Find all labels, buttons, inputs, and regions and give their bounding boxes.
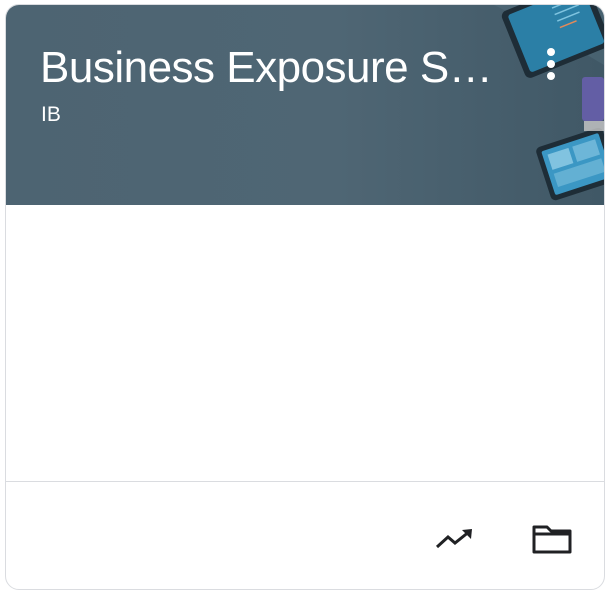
- trending-up-icon: [435, 529, 472, 549]
- more-vert-icon: [547, 48, 555, 80]
- footer-divider: [6, 481, 604, 482]
- folder-icon: [532, 525, 572, 554]
- open-folder-button[interactable]: [528, 515, 576, 563]
- banner-illustration: [494, 5, 604, 201]
- progress-button[interactable]: [430, 515, 478, 563]
- class-card[interactable]: Business Exposure SY... IB: [5, 4, 605, 590]
- card-subtitle: IB: [41, 103, 61, 126]
- more-options-button[interactable]: [534, 39, 568, 89]
- card-title[interactable]: Business Exposure SY...: [40, 41, 500, 95]
- card-banner[interactable]: Business Exposure SY... IB: [6, 5, 604, 205]
